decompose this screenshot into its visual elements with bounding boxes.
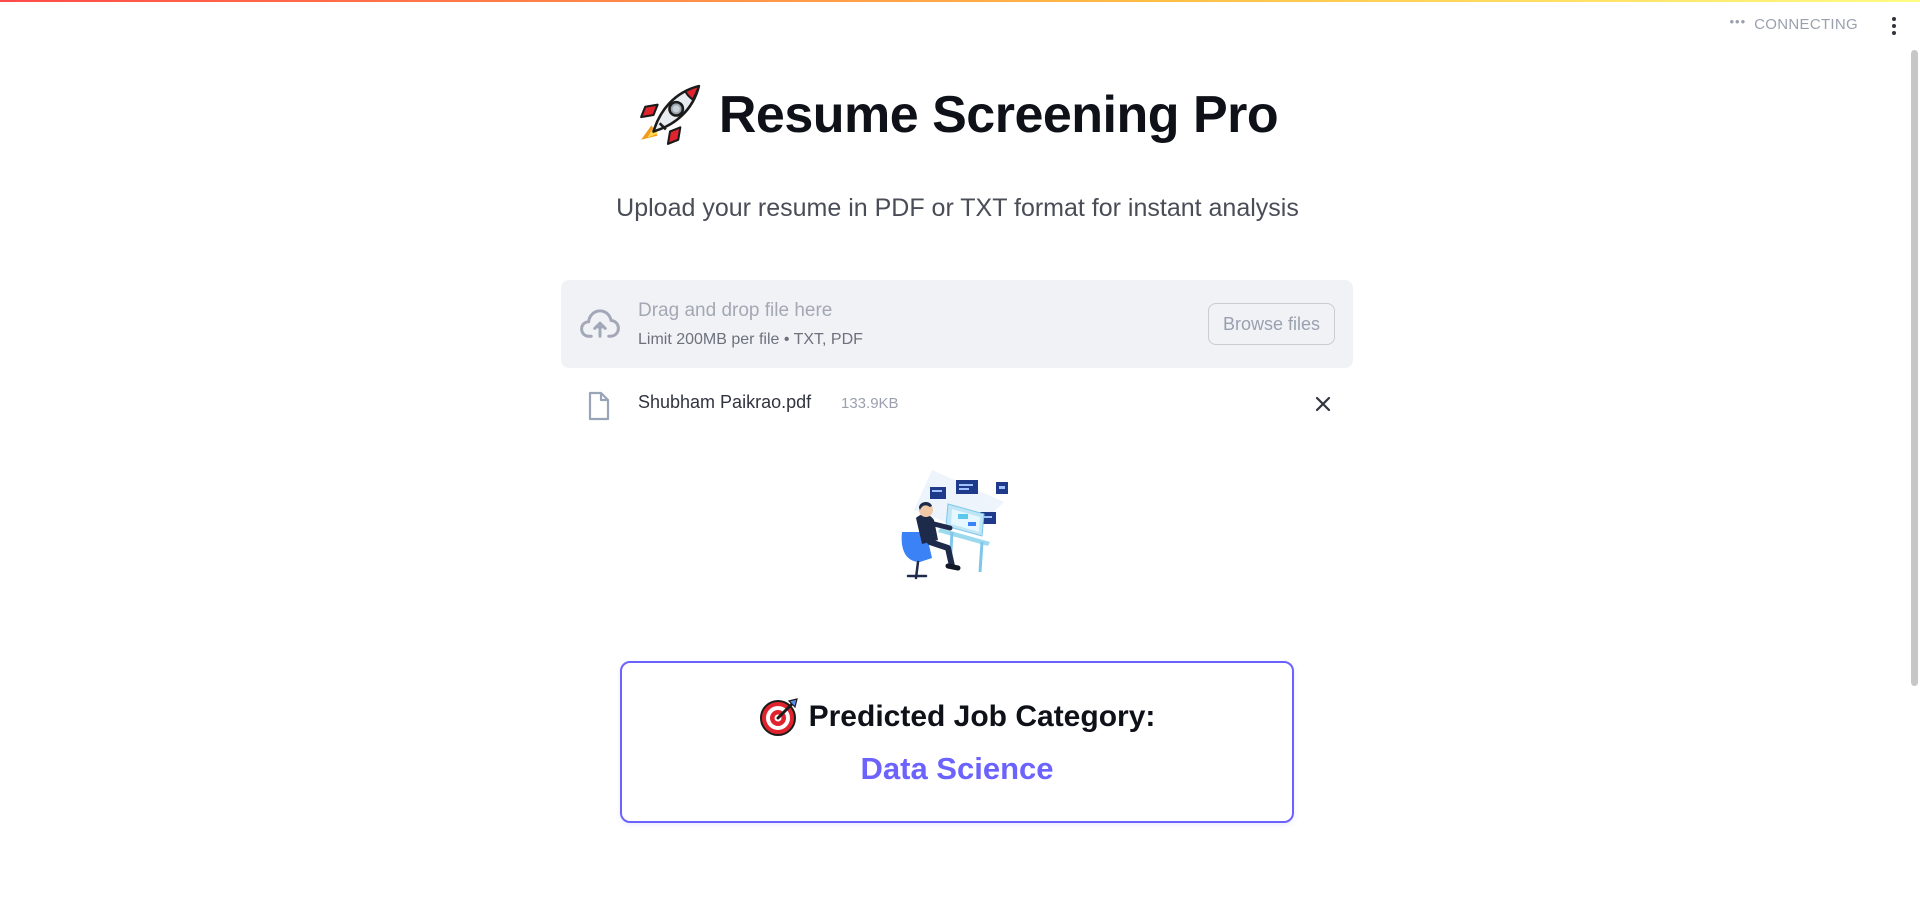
header-decoration-bar [0,0,1920,2]
vertical-dots-icon-dot [1892,31,1896,35]
rocket-icon [639,84,701,145]
close-icon[interactable] [1311,392,1335,416]
connection-status-label: CONNECTING [1754,16,1858,33]
target-icon [759,698,798,736]
person-at-computer-illustration [901,470,1008,580]
browse-files-button[interactable]: Browse files [1207,303,1335,345]
vertical-dots-icon [1892,17,1896,21]
predicted-category: Data Science [860,751,1054,786]
page-subtitle: Upload your resume in PDF or TXT format … [616,194,1299,222]
result-heading-label: Predicted Job Category: [808,700,1156,733]
ellipsis-icon: ••• [1729,14,1747,29]
uploaded-file-item: Shubham Paikrao.pdf 133.9KB [561,382,1353,422]
page-title: Resume Screening Pro [718,86,1279,144]
page-header: Resume Screening Pro [0,82,1915,148]
file-icon [588,391,610,421]
dropzone-instruction: Drag and drop file here [638,300,833,321]
prediction-result-card: Predicted Job Category: Data Science [620,661,1294,823]
result-heading: Predicted Job Category: [622,697,1292,737]
vertical-dots-icon-dot [1892,24,1896,28]
cloud-upload-icon [580,309,620,338]
uploaded-file-name: Shubham Paikrao.pdf [638,392,812,412]
connection-status: ••• CONNECTING [1729,14,1859,33]
dropzone-limit-text: Limit 200MB per file • TXT, PDF [638,331,863,348]
uploaded-file-size: 133.9KB [841,395,899,412]
main-menu-button[interactable] [1886,14,1902,38]
file-uploader-dropzone[interactable]: Drag and drop file here Limit 200MB per … [561,280,1353,368]
